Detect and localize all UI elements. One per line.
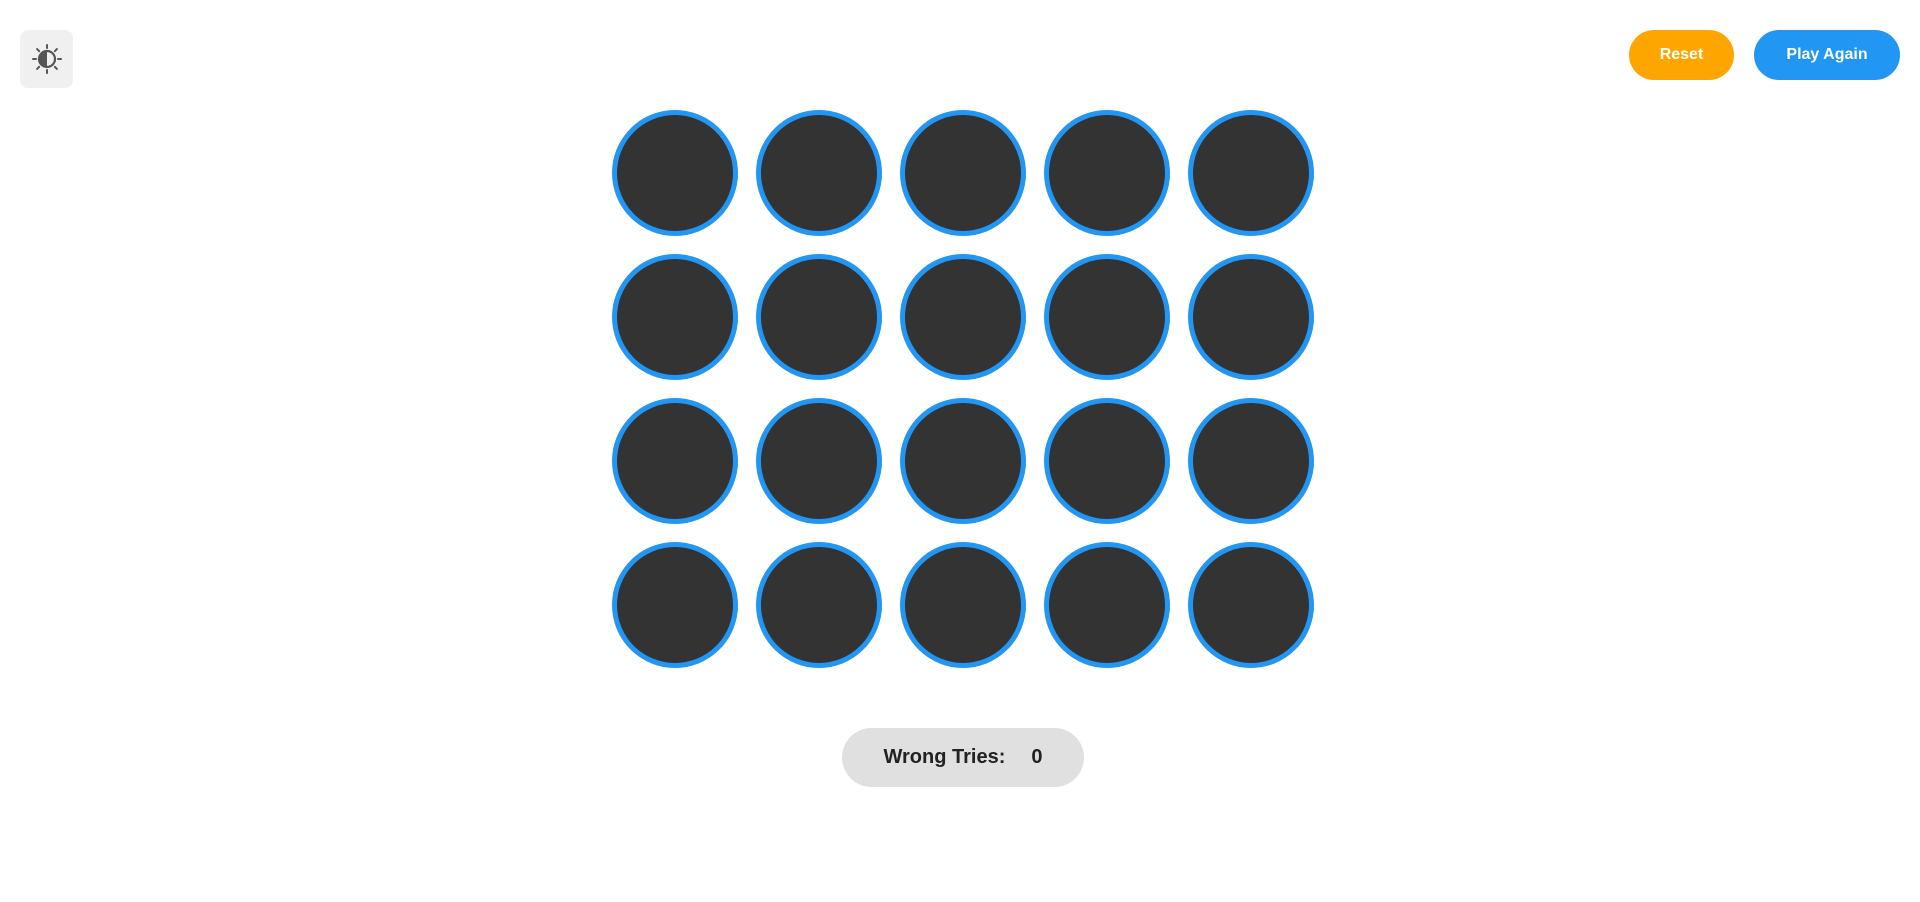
theme-toggle-button[interactable] (20, 30, 73, 88)
contrast-sun-icon (31, 44, 62, 74)
game-circle[interactable] (756, 254, 882, 380)
game-circle[interactable] (1044, 398, 1170, 524)
game-board (612, 110, 1318, 668)
wrong-tries-value: 0 (1031, 746, 1043, 768)
game-circle[interactable] (756, 542, 882, 668)
toolbar: Reset Play Again (1629, 30, 1900, 80)
game-circle[interactable] (1188, 254, 1314, 380)
game-circle[interactable] (756, 110, 882, 236)
game-circle[interactable] (1044, 254, 1170, 380)
game-circle[interactable] (1188, 110, 1314, 236)
play-again-button[interactable]: Play Again (1754, 30, 1900, 80)
game-circle[interactable] (1044, 542, 1170, 668)
game-circle[interactable] (756, 398, 882, 524)
game-circle[interactable] (612, 254, 738, 380)
wrong-tries-badge: Wrong Tries: 0 (842, 728, 1084, 787)
game-circle[interactable] (1188, 398, 1314, 524)
game-circle[interactable] (612, 542, 738, 668)
game-circle[interactable] (612, 110, 738, 236)
game-circle[interactable] (612, 398, 738, 524)
game-circle[interactable] (900, 254, 1026, 380)
game-circle[interactable] (900, 542, 1026, 668)
game-circle[interactable] (900, 110, 1026, 236)
game-circle[interactable] (1044, 110, 1170, 236)
game-circle[interactable] (900, 398, 1026, 524)
reset-button[interactable]: Reset (1629, 30, 1734, 80)
wrong-tries-label: Wrong Tries: (883, 746, 1006, 768)
game-circle[interactable] (1188, 542, 1314, 668)
